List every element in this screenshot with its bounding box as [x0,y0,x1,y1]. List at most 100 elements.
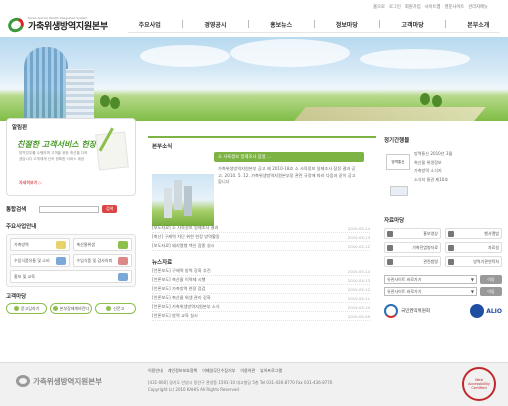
truck-icon [118,240,128,249]
top-link-english[interactable]: 영문사이트 [444,4,464,10]
related-site-select-2[interactable]: 유관사이트 바로가기 ▼ [384,287,477,296]
ceo-message-button[interactable]: 본부장에게바란다 [50,303,92,314]
periodical-item[interactable]: 소식지 통권 제10호 [414,176,502,185]
data-list-title: [언론보도] 가축방역 현장 점검 [152,286,206,291]
data-item-contacts[interactable]: 방역기관연락처 [445,256,502,267]
address-line: [431-060] 경기도 안양시 동안구 관양동 1591-10 대고빌딩 5… [148,380,333,385]
service-charter-more-link[interactable]: 자세히보기 ▷ [19,180,42,186]
customer-buttons: 묻고답하기 본부장에게바란다 신문고 [6,303,136,314]
data-item-label: 행사앨범 [484,230,499,236]
nav-item-customer[interactable]: 고객마당 [402,20,424,29]
guide-item-import-inspection[interactable]: 수입식품 및 검사의뢰 [72,254,132,267]
periodical-item[interactable]: 축산물 위생정보 [414,159,502,168]
integrated-search: 통합검색 검색 [6,202,136,216]
top-link-sitemap[interactable]: 사이트맵 [425,4,441,10]
data-item-disease[interactable]: 가축전염병자료 [384,242,441,253]
top-link-join[interactable]: 회원가입 [405,4,421,10]
data-list-item[interactable]: [언론보도] 방역 교육 실시 2010-05-09 [152,312,370,321]
right-column: 정기간행물 방역통신 방역통신 2010년 3월 축산물 위생정보 가축방역 소… [384,136,502,318]
service-charter-heading[interactable]: 친절한 고객서비스 헌장 [17,139,96,150]
data-item-archive[interactable]: 자료실 [445,242,502,253]
related-site-go-button-2[interactable]: 이동 [480,287,502,296]
data-item-album[interactable]: 행사앨범 [445,228,502,239]
main-navigation: 주요사업 경영공시 홍보뉴스 정보마당 고객마당 본부소개 [128,16,500,33]
gavel-icon [387,258,393,265]
data-list-item[interactable]: [언론보도] 가축방역 현장 점검 2010-05-12 [152,285,370,294]
search-button[interactable]: 검색 [102,205,118,213]
periodical-item[interactable]: 방역통신 2010년 3월 [414,150,502,159]
news-headline-badge[interactable]: 소 사육정보 일제조사 잠정 ... [214,152,364,162]
person-icon [52,306,58,311]
footer-link[interactable]: 개인정보보호정책 [168,368,197,374]
acrc-logo-icon [384,304,398,318]
site-logo[interactable]: Korea Animal Health Integrated System 가축… [5,15,108,35]
nav-item-management[interactable]: 경영공시 [204,20,226,29]
partner-banners: 국민권익위원회 ALIO [384,304,502,318]
footer-link[interactable]: 이용약관 [240,368,255,374]
data-list-item[interactable]: [언론보도] 축산물 위생 관리 강화 2010-05-11 [152,294,370,303]
news-list-item[interactable]: [축산] 구제역 차단 위한 현장 방역활동 2010-05-13 [152,233,370,242]
footer-link[interactable]: 이용안내 [148,368,163,374]
nav-item-news[interactable]: 홍보뉴스 [270,20,292,29]
data-item-label: 관련법령 [423,258,438,264]
service-charter-body: 방역업무를 수행하며 고객을 위한 최선을 다하겠습니다 고객에게 신속 정확한… [19,151,88,161]
top-utility-links: 홈으로 로그인 회원가입 사이트맵 영문사이트 관리자메뉴 [373,4,488,10]
hero-building-image [66,69,94,121]
guide-item-hygiene[interactable]: 축산물위생 [72,238,132,251]
nav-item-info[interactable]: 정보마당 [336,20,358,29]
center-column: 본부소식 소 사육정보 일제조사 잠정 ... 가축위생방역지원본부 공고 제 … [148,136,376,321]
petition-button[interactable]: 신문고 [94,303,136,314]
logo-mark-icon [5,15,27,35]
folder-icon [448,244,454,251]
customer-section: 고객마당 묻고답하기 본부장에게바란다 신문고 [6,292,136,314]
periodical-item[interactable]: 가축방역 소식지 [414,167,502,176]
top-link-home[interactable]: 홈으로 [373,4,385,10]
hero-banner [0,37,508,121]
footer-logo-mark-icon [16,375,30,387]
qna-label: 묻고답하기 [20,305,40,311]
top-link-admin[interactable]: 관리자메뉴 [468,4,488,10]
news-list-date: 2010-05-14 [347,225,370,231]
data-list-date: 2010-05-09 [347,313,370,319]
data-list-item[interactable]: [언론보도] 구제역 방역 강화 추진 2010-05-14 [152,267,370,276]
qna-button[interactable]: 묻고답하기 [6,303,48,314]
acrc-banner[interactable]: 국민권익위원회 [384,304,430,318]
news-list-date: 2010-05-13 [347,234,370,240]
search-title: 통합검색 [6,207,27,213]
news-list-item[interactable]: [보도자료] 소 사육정보 일제조사 결과 2010-05-14 [152,224,370,233]
news-thumbnail-image[interactable] [152,174,214,226]
periodical-cover-image [390,186,408,196]
guide-item-import-distribution[interactable]: 수입식품유통 및 소비 [10,254,70,267]
periodicals-title: 정기간행물 [384,138,410,144]
alio-logo-icon [470,304,485,318]
nav-divider [313,20,315,28]
data-list-date: 2010-05-11 [347,295,370,301]
guide-item-education[interactable]: 홍보 및 교육 [10,270,132,283]
data-item-label: 가축전염병자료 [412,244,438,250]
related-site-go-button-1[interactable]: 이동 [480,275,502,284]
guide-item-disease-control[interactable]: 가축방역 [10,238,70,251]
alio-label: ALIO [486,307,502,315]
footer-link[interactable]: 이메일무단수집거부 [202,368,235,374]
data-item-law[interactable]: 관련법령 [384,256,441,267]
related-site-select-1[interactable]: 유관사이트 바로가기 ▼ [384,275,477,284]
search-input[interactable] [39,205,99,213]
data-list-item[interactable]: [언론보도] 축산물 이력제 시행 2010-05-13 [152,276,370,285]
nav-item-main-business[interactable]: 주요사업 [139,20,161,29]
data-list-item[interactable]: [언론보도] 가축위생방역지원본부 소식 2010-05-10 [152,303,370,312]
periodical-list: 방역통신 2010년 3월 축산물 위생정보 가축방역 소식지 소식지 통권 제… [414,150,502,184]
periodical-thumbnail[interactable]: 방역통신 [386,154,410,170]
data-list-title: [언론보도] 구제역 방역 강화 추진 [152,268,211,273]
copyright-line: Copyright (c) 2010 KAHIS All Rights Rese… [148,387,239,392]
data-item-video[interactable]: 홍보영상 [384,228,441,239]
data-list-date: 2010-05-12 [347,286,370,292]
alio-banner[interactable]: ALIO [470,304,502,318]
news-list-item[interactable]: [보도자료] 돼지열병 백신 접종 실시 2010-05-12 [152,242,370,251]
periodicals: 정기간행물 방역통신 방역통신 2010년 3월 축산물 위생정보 가축방역 소… [384,136,502,208]
guide-item-label: 홍보 및 교육 [14,273,35,279]
top-link-login[interactable]: 로그인 [389,4,401,10]
web-accessibility-seal[interactable]: Web Accessibility Certified [462,367,496,401]
nav-item-about[interactable]: 본부소개 [467,20,489,29]
logo-text: 가축위생방역지원본부 [28,21,108,32]
footer-link[interactable]: 뷰어프로그램 [260,368,282,374]
